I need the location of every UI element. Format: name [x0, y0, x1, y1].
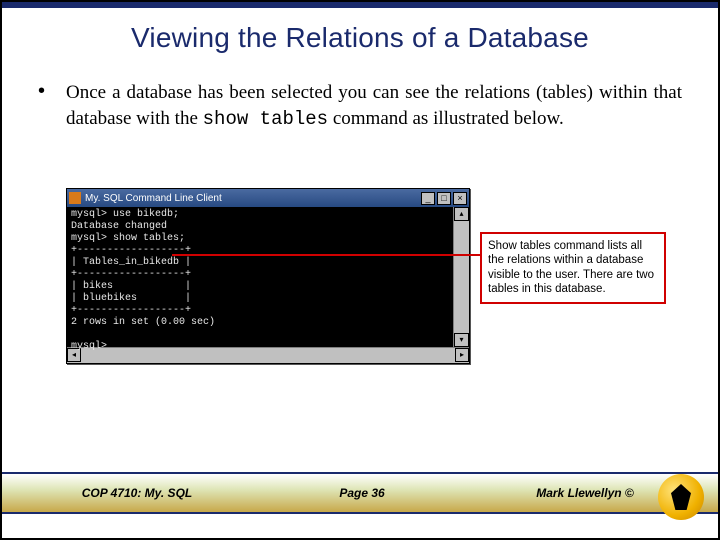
window-titlebar[interactable]: My. SQL Command Line Client _ □ × [67, 189, 469, 207]
window-frame: My. SQL Command Line Client _ □ × mysql>… [66, 188, 470, 364]
callout-line [172, 254, 482, 256]
window-title: My. SQL Command Line Client [85, 193, 419, 204]
maximize-button[interactable]: □ [437, 192, 451, 205]
terminal-output[interactable]: mysql> use bikedb; Database changed mysq… [67, 207, 453, 347]
footer-page: Page 36 [272, 486, 452, 500]
body-command: show tables [203, 108, 328, 130]
bullet-marker: • [38, 80, 66, 132]
footer-row: COP 4710: My. SQL Page 36 Mark Llewellyn… [2, 482, 718, 504]
callout-box: Show tables command lists all the relati… [480, 232, 666, 304]
minimize-button[interactable]: _ [421, 192, 435, 205]
ucf-logo [658, 474, 704, 520]
window-body: mysql> use bikedb; Database changed mysq… [67, 207, 469, 347]
close-button[interactable]: × [453, 192, 467, 205]
slide: Viewing the Relations of a Database • On… [0, 0, 720, 540]
app-icon [69, 192, 81, 204]
vertical-scrollbar[interactable]: ▴ ▾ [453, 207, 469, 347]
slide-title: Viewing the Relations of a Database [2, 22, 718, 54]
horizontal-scrollbar[interactable]: ◂ ▸ [67, 347, 469, 363]
body-post: command as illustrated below. [328, 108, 564, 129]
top-accent-bar [2, 2, 718, 8]
terminal-window: My. SQL Command Line Client _ □ × mysql>… [66, 188, 470, 364]
scroll-up-button[interactable]: ▴ [454, 207, 469, 221]
footer-rule [2, 512, 718, 514]
pegasus-icon [671, 484, 691, 510]
body-row: • Once a database has been selected you … [2, 54, 718, 132]
scroll-down-button[interactable]: ▾ [454, 333, 469, 347]
body-paragraph: Once a database has been selected you ca… [66, 80, 682, 132]
scroll-right-button[interactable]: ▸ [455, 348, 469, 362]
vscroll-track[interactable] [454, 221, 469, 333]
hscroll-track[interactable] [81, 348, 455, 363]
footer-course: COP 4710: My. SQL [2, 486, 272, 500]
